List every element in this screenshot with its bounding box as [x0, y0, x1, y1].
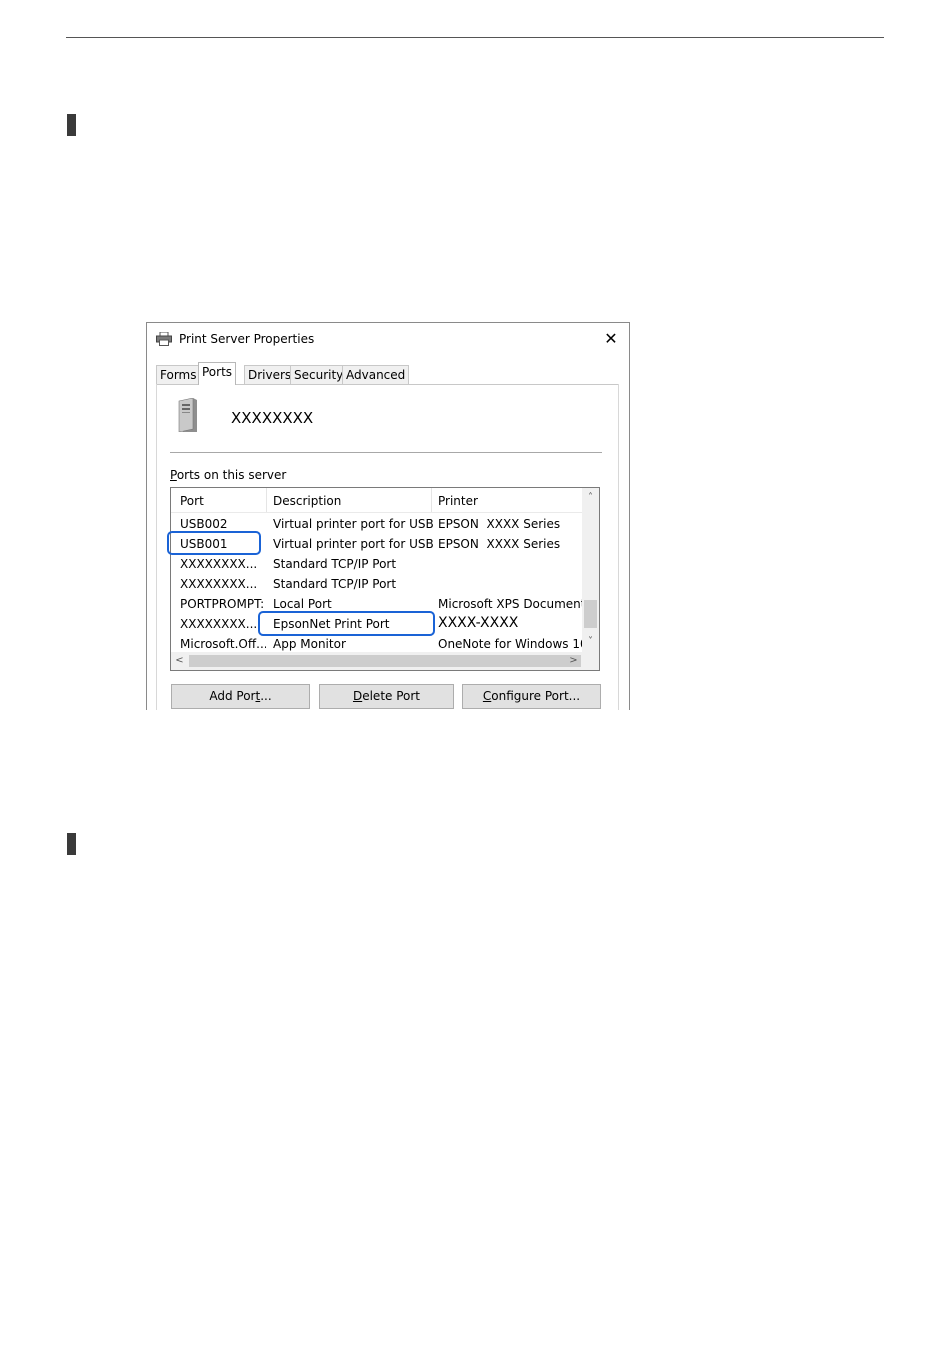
description-cell: Local Port	[273, 597, 332, 611]
server-name: XXXXXXXX	[231, 409, 314, 427]
separator	[170, 452, 602, 453]
port-cell: USB002	[180, 517, 228, 531]
ports-listview[interactable]: Port Description Printer USB002 Virtual …	[170, 487, 600, 671]
scroll-left-arrow-icon[interactable]: <	[171, 652, 188, 670]
printer-name: XXXX Series	[486, 517, 561, 531]
column-header-printer[interactable]: Printer	[438, 494, 478, 508]
port-cell: USB001	[180, 537, 228, 551]
add-port-button[interactable]: Add Port...	[171, 684, 310, 709]
port-cell: XXXXXXXX...	[180, 577, 258, 591]
scroll-right-arrow-icon[interactable]: >	[565, 652, 582, 670]
printer-prefix: EPSON	[438, 537, 479, 551]
printer-cell: EPSON XXXX Series	[438, 517, 582, 531]
add-port-label-suffix: ...	[260, 689, 272, 703]
delete-port-button[interactable]: Delete Port	[319, 684, 454, 709]
vertical-scroll-thumb[interactable]	[584, 600, 597, 628]
printer-cell: OneNote for Windows 10	[438, 637, 582, 651]
dialog-title: Print Server Properties	[179, 332, 315, 346]
description-cell: Standard TCP/IP Port	[273, 577, 397, 591]
tab-ports[interactable]: Ports	[198, 362, 237, 385]
port-cell: XXXXXXXX...	[180, 557, 258, 571]
page-top-rule	[66, 37, 884, 38]
tab-forms[interactable]: Forms	[156, 365, 201, 384]
port-cell: XXXXXXXX...	[180, 617, 258, 631]
table-row[interactable]: Microsoft.Off... App Monitor OneNote for…	[171, 634, 582, 654]
printer-icon	[156, 332, 172, 346]
description-cell: App Monitor	[273, 637, 346, 651]
horizontal-scroll-thumb[interactable]	[189, 655, 581, 667]
printer-cell: Microsoft XPS Document W	[438, 597, 582, 611]
close-button[interactable]: ✕	[601, 329, 621, 349]
ports-label-text: orts on this server	[176, 468, 287, 482]
section-marker	[67, 114, 76, 136]
table-row[interactable]: PORTPROMPT: Local Port Microsoft XPS Doc…	[171, 594, 582, 614]
table-row[interactable]: XXXXXXXX... EpsonNet Print Port XXXX-XXX…	[171, 614, 582, 634]
port-cell: PORTPROMPT:	[180, 597, 265, 611]
tab-security[interactable]: Security	[290, 365, 348, 384]
configure-port-button[interactable]: Configure Port...	[462, 684, 601, 709]
add-port-label-prefix: Add Por	[209, 689, 256, 703]
printer-name: XXXX Series	[486, 537, 561, 551]
tab-advanced[interactable]: Advanced	[342, 365, 410, 384]
table-row[interactable]: XXXXXXXX... Standard TCP/IP Port	[171, 554, 582, 574]
section-marker	[67, 833, 76, 855]
printer-cell: EPSON XXXX Series	[438, 537, 582, 551]
title-bar: Print Server Properties ✕	[147, 323, 629, 355]
configure-port-label: onfigure Port...	[491, 689, 581, 703]
column-divider[interactable]	[431, 488, 432, 512]
tab-drivers[interactable]: Drivers	[244, 365, 296, 384]
description-cell: Standard TCP/IP Port	[273, 557, 397, 571]
description-cell: Virtual printer port for USB	[273, 537, 434, 551]
ports-on-server-label: Ports on this server	[170, 468, 286, 482]
column-header-port[interactable]: Port	[180, 494, 204, 508]
printer-cell: XXXX-XXXX	[438, 615, 519, 631]
table-row[interactable]: XXXXXXXX... Standard TCP/IP Port	[171, 574, 582, 594]
table-row[interactable]: USB001 Virtual printer port for USB EPSO…	[171, 534, 582, 554]
scroll-up-arrow-icon[interactable]: ˄	[582, 490, 599, 506]
table-row[interactable]: USB002 Virtual printer port for USB EPSO…	[171, 514, 582, 534]
server-icon	[178, 398, 197, 432]
printer-prefix: EPSON	[438, 517, 479, 531]
vertical-scrollbar[interactable]: ˄ ˅	[582, 488, 599, 652]
description-cell: EpsonNet Print Port	[273, 617, 390, 631]
description-cell: Virtual printer port for USB	[273, 517, 434, 531]
port-cell: Microsoft.Off...	[180, 637, 266, 651]
print-server-properties-dialog: Print Server Properties ✕ Forms Ports Dr…	[146, 322, 630, 710]
column-header-description[interactable]: Description	[273, 494, 341, 508]
delete-port-accelerator: D	[352, 689, 363, 703]
ports-label-accelerator: P	[170, 468, 177, 482]
column-divider[interactable]	[266, 488, 267, 512]
scroll-down-arrow-icon[interactable]: ˅	[582, 634, 599, 650]
horizontal-scrollbar[interactable]: < >	[171, 652, 599, 670]
delete-port-label: elete Port	[362, 689, 421, 703]
listview-header: Port Description Printer	[171, 488, 582, 513]
